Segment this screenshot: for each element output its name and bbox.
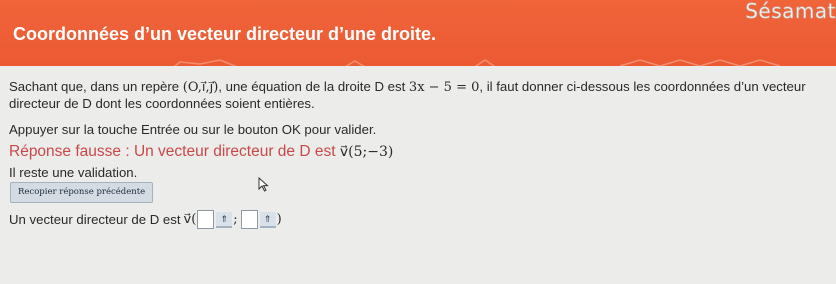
decorative-graph-pattern bbox=[173, 59, 781, 66]
header-bar: Coordonnées d’un vecteur directeur d’une… bbox=[0, 0, 836, 66]
answer-line: Un vecteur directeur de D est v⃗( ⇑ ; ⇑ … bbox=[9, 210, 282, 229]
correct-vector: v⃗(5;−3) bbox=[339, 144, 394, 160]
x-coordinate-input[interactable] bbox=[197, 210, 215, 229]
instruction-text: Appuyer sur la touche Entrée ou sur le b… bbox=[9, 122, 377, 137]
virtual-keyboard-icon[interactable]: ⇑ bbox=[216, 211, 233, 228]
brand-logo: Sésamat bbox=[745, 0, 836, 23]
mouse-cursor-icon bbox=[258, 177, 269, 192]
repere-notation: (O,i⃗,j⃗) bbox=[182, 80, 219, 95]
remaining-attempts: Il reste une validation. bbox=[9, 165, 138, 180]
answer-separator: ; bbox=[233, 212, 238, 227]
question-text-end: , il faut donner ci-dessous les coordonn… bbox=[479, 79, 806, 94]
virtual-keyboard-icon[interactable]: ⇑ bbox=[259, 211, 276, 228]
question-text-mid: , une équation de la droite D est bbox=[218, 79, 409, 94]
y-coordinate-input[interactable] bbox=[240, 210, 258, 229]
question-line-2: directeur de D dont les coordonnées soie… bbox=[9, 96, 315, 111]
line-equation: 3x − 5 = 0 bbox=[408, 80, 480, 95]
answer-vector-close: ) bbox=[276, 212, 282, 227]
exercise-content: Sachant que, dans un repère (O,i⃗,j⃗), u… bbox=[0, 66, 836, 284]
answer-vector-open: v⃗( bbox=[183, 212, 197, 227]
question-line-1: Sachant que, dans un repère (O,i⃗,j⃗), u… bbox=[9, 78, 806, 96]
error-feedback: Réponse fausse : Un vecteur directeur de… bbox=[9, 143, 393, 161]
error-text: Réponse fausse : Un vecteur directeur de… bbox=[9, 143, 340, 160]
answer-prefix: Un vecteur directeur de D est bbox=[9, 212, 181, 227]
question-text-start: Sachant que, dans un repère bbox=[9, 79, 183, 94]
page-title: Coordonnées d’un vecteur directeur d’une… bbox=[13, 24, 437, 44]
recopy-previous-answer-button[interactable]: Recopier réponse précédente bbox=[10, 182, 154, 203]
